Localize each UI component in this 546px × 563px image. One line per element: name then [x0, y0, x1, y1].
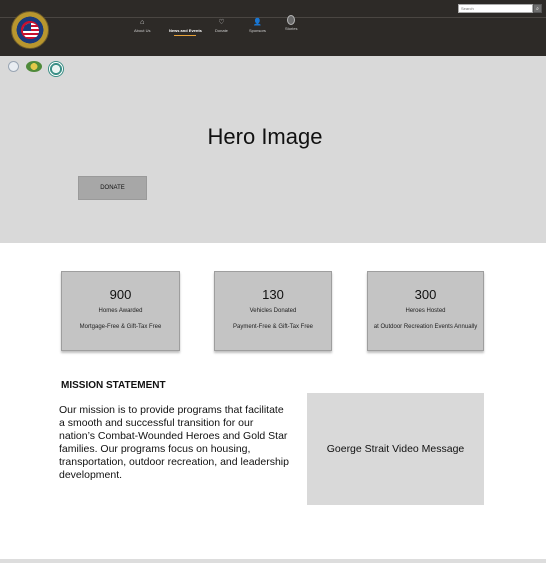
person-icon: 👤 — [253, 19, 262, 26]
stat-sublabel: Mortgage-Free & Gift-Tax Free — [79, 324, 162, 330]
mission-heading: MISSION STATEMENT — [61, 380, 166, 391]
active-nav-underline — [174, 35, 197, 36]
flag-emblem-icon — [23, 23, 39, 39]
nav-stories[interactable]: Stories — [285, 15, 297, 32]
nav-about-us[interactable]: ⌂ About Us — [134, 18, 150, 34]
mission-text: Our mission is to provide programs that … — [59, 404, 289, 481]
home-icon: ⌂ — [140, 19, 145, 26]
search-input[interactable] — [458, 4, 533, 13]
stat-card-heroes: 300 Heroes Hosted at Outdoor Recreation … — [367, 271, 484, 351]
foundation-logo[interactable] — [11, 11, 49, 49]
search-button[interactable]: ⌕ — [533, 4, 542, 13]
charity-seal-icon — [26, 61, 42, 72]
donate-button[interactable]: DONATE — [78, 176, 147, 200]
stat-sublabel: at Outdoor Recreation Events Annually — [373, 324, 478, 330]
search-icon: ⌕ — [536, 5, 539, 12]
nav-donate[interactable]: ♡ Donate — [215, 18, 228, 34]
nav-label-donate: Donate — [215, 28, 228, 33]
stat-label: Homes Awarded — [98, 308, 143, 314]
video-placeholder[interactable]: Goerge Strait Video Message — [307, 393, 484, 505]
nav-label-about-us: About Us — [134, 28, 151, 33]
certification-badge-icon — [48, 61, 64, 77]
stat-number: 900 — [109, 287, 132, 302]
stat-label: Heroes Hosted — [405, 308, 446, 314]
heart-icon: ♡ — [218, 19, 225, 26]
award-badge-icon — [8, 61, 19, 72]
stat-label: Vehicles Donated — [249, 308, 297, 314]
badge-icon — [287, 15, 296, 25]
stat-sublabel: Payment-Free & Gift-Tax Free — [232, 324, 314, 330]
nav-label-news-and-events: News and Events — [169, 28, 202, 33]
video-label: Goerge Strait Video Message — [326, 443, 465, 455]
stat-number: 130 — [262, 287, 284, 302]
nav-label-stories: Stories — [285, 26, 298, 31]
stat-card-vehicles: 130 Vehicles Donated Payment-Free & Gift… — [214, 271, 332, 351]
footer-edge — [0, 559, 546, 563]
nav-news-and-events[interactable]: News and Events — [169, 18, 202, 36]
nav-label-sponsors: Sponsors — [249, 28, 266, 33]
stat-number: 300 — [414, 287, 437, 302]
hero-title: Hero Image — [207, 124, 323, 149]
nav-sponsors[interactable]: 👤 Sponsors — [249, 18, 266, 34]
stat-card-homes: 900 Homes Awarded Mortgage-Free & Gift-T… — [61, 271, 180, 351]
header-divider — [0, 17, 546, 18]
